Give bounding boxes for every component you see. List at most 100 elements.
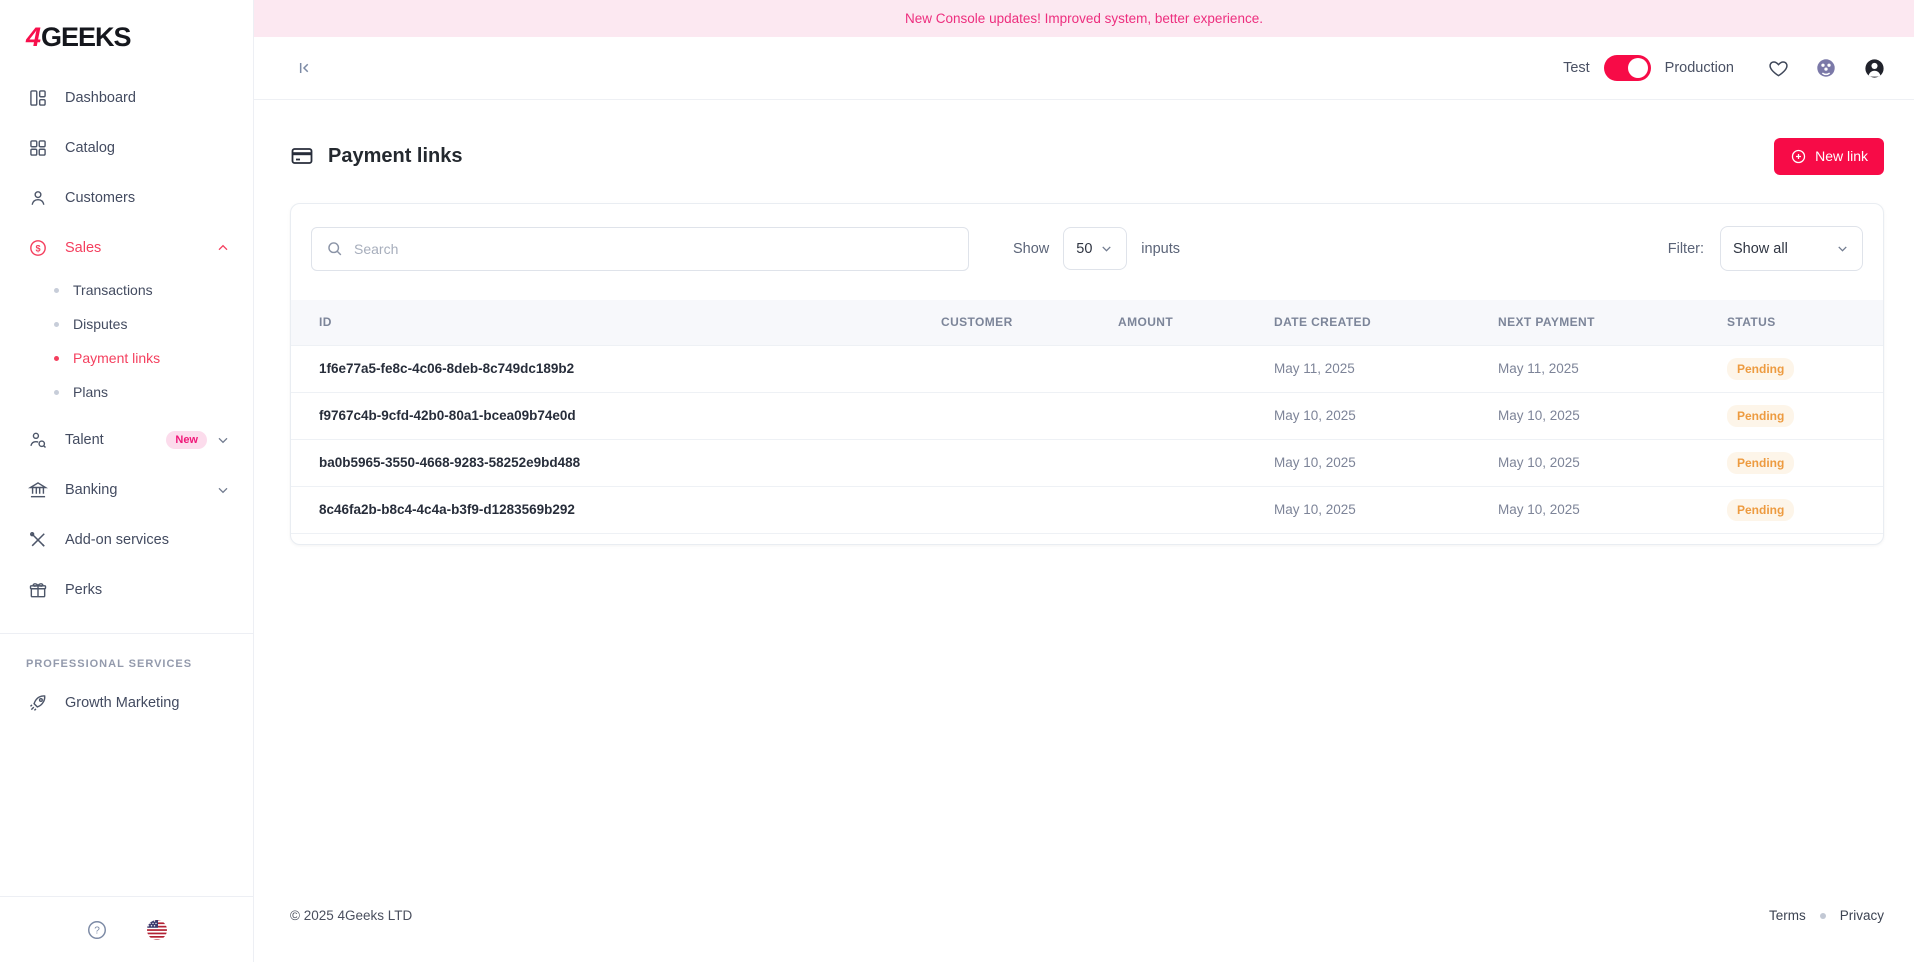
sidebar-item-label: Growth Marketing — [65, 695, 179, 711]
column-header: CUSTOMER — [941, 300, 1118, 345]
column-header: DATE CREATED — [1274, 300, 1498, 345]
search-icon — [325, 239, 344, 263]
sidebar-item-label: Sales — [65, 240, 101, 256]
sidebar-subitem-disputes[interactable]: Disputes — [0, 307, 253, 341]
sidebar-subitem-payment-links[interactable]: Payment links — [0, 341, 253, 375]
sidebar-item-label: Perks — [65, 582, 102, 598]
table-cell — [941, 392, 1118, 439]
logo-accent: 4 — [26, 22, 40, 52]
new-badge: New — [166, 431, 207, 449]
main-content: Payment links New link Show 50 inp — [254, 100, 1914, 962]
payment-links-card: Show 50 inputs Filter: Show all ID — [290, 203, 1884, 545]
credit-card-icon — [290, 144, 314, 168]
table-cell: Pending — [1727, 439, 1884, 486]
dashboard-icon — [28, 88, 48, 108]
table-cell — [1118, 439, 1274, 486]
sidebar-item-talent[interactable]: Talent New — [0, 415, 253, 465]
favorites-heart-icon[interactable] — [1768, 58, 1789, 79]
page-size-value: 50 — [1076, 241, 1092, 257]
new-link-label: New link — [1815, 148, 1868, 164]
logo[interactable]: 4GEEKS — [0, 0, 253, 53]
table-row[interactable]: 1f6e77a5-fe8c-4c06-8deb-8c749dc189b2May … — [291, 345, 1884, 392]
column-header: STATUS — [1727, 300, 1884, 345]
sidebar-subitem-transactions[interactable]: Transactions — [0, 273, 253, 307]
filter-value: Show all — [1733, 241, 1788, 257]
table-cell: May 10, 2025 — [1498, 439, 1727, 486]
sidebar-item-perks[interactable]: Perks — [0, 565, 253, 615]
sidebar-item-addon-services[interactable]: Add-on services — [0, 515, 253, 565]
page-header: Payment links New link — [290, 136, 1884, 176]
sidebar-item-label: Customers — [65, 190, 135, 206]
table-cell: 8c46fa2b-b8c4-4c4a-b3f9-d1283569b292 — [291, 486, 941, 533]
status-badge: Pending — [1727, 499, 1794, 521]
table-cell — [941, 486, 1118, 533]
environment-toggle[interactable] — [1604, 55, 1651, 81]
table-cell: May 10, 2025 — [1498, 392, 1727, 439]
table-cell: f9767c4b-9cfd-42b0-80a1-bcea09b74e0d — [291, 392, 941, 439]
sidebar-subitem-label: Plans — [73, 384, 108, 400]
table-cell: May 10, 2025 — [1274, 486, 1498, 533]
page-size-select[interactable]: 50 — [1063, 227, 1127, 270]
svg-text:?: ? — [94, 925, 100, 936]
table-row[interactable]: f9767c4b-9cfd-42b0-80a1-bcea09b74e0d May … — [291, 392, 1884, 439]
talent-icon — [28, 430, 48, 450]
sidebar-item-customers[interactable]: Customers — [0, 173, 253, 223]
chevron-up-icon[interactable] — [215, 240, 231, 256]
table-cell: May 10, 2025 — [1274, 439, 1498, 486]
table-body: 1f6e77a5-fe8c-4c06-8deb-8c749dc189b2May … — [291, 345, 1884, 533]
sidebar-bottom-bar: ? — [0, 896, 253, 962]
table-cell: May 11, 2025 — [1274, 345, 1498, 392]
show-label: Show — [1013, 241, 1049, 257]
search-wrap — [311, 227, 969, 271]
production-label: Production — [1665, 60, 1734, 76]
table-cell — [1118, 486, 1274, 533]
sidebar-item-growth-marketing[interactable]: Growth Marketing — [0, 678, 253, 728]
announcement-banner: New Console updates! Improved system, be… — [254, 0, 1914, 37]
banking-icon — [28, 480, 48, 500]
rocket-icon — [28, 693, 48, 713]
column-header: ID — [291, 300, 941, 345]
account-icon[interactable] — [1863, 57, 1886, 80]
chevron-down-icon[interactable] — [215, 432, 231, 448]
search-input[interactable] — [311, 227, 969, 271]
sidebar-subitem-label: Transactions — [73, 282, 153, 298]
table-row[interactable]: ba0b5965-3550-4668-9283-58252e9bd488May … — [291, 439, 1884, 486]
privacy-link[interactable]: Privacy — [1840, 908, 1884, 923]
filter-select[interactable]: Show all — [1720, 226, 1863, 271]
chevron-down-icon[interactable] — [215, 482, 231, 498]
sidebar-subitem-plans[interactable]: Plans — [0, 375, 253, 409]
table-header-row: IDCUSTOMERAMOUNTDATE CREATEDNEXT PAYMENT… — [291, 300, 1884, 345]
column-header: NEXT PAYMENT — [1498, 300, 1727, 345]
status-badge: Pending — [1727, 358, 1794, 380]
sidebar-item-sales[interactable]: $ Sales — [0, 223, 253, 273]
terms-link[interactable]: Terms — [1769, 908, 1806, 923]
sidebar-item-banking[interactable]: Banking — [0, 465, 253, 515]
theme-palette-icon[interactable] — [1815, 57, 1837, 79]
us-flag-icon[interactable] — [146, 919, 168, 941]
inputs-label: inputs — [1141, 241, 1180, 257]
table-cell — [1118, 345, 1274, 392]
new-link-button[interactable]: New link — [1774, 138, 1884, 175]
section-label: PROFESSIONAL SERVICES — [0, 634, 253, 670]
filter-label: Filter: — [1668, 241, 1704, 257]
sidebar-item-label: Add-on services — [65, 532, 169, 548]
footer-links: Terms Privacy — [1769, 908, 1884, 923]
sidebar-item-label: Banking — [65, 482, 117, 498]
banner-text: New Console updates! Improved system, be… — [905, 11, 1263, 26]
sidebar-item-catalog[interactable]: Catalog — [0, 123, 253, 173]
separator-dot — [1820, 913, 1826, 919]
collapse-sidebar-icon[interactable] — [294, 58, 314, 78]
help-icon[interactable]: ? — [86, 919, 108, 941]
table-cell — [1118, 392, 1274, 439]
gift-icon — [28, 580, 48, 600]
sidebar: 4GEEKS Dashboard Catalog Customers $ Sal… — [0, 0, 254, 962]
payment-links-table: IDCUSTOMERAMOUNTDATE CREATEDNEXT PAYMENT… — [291, 300, 1884, 534]
catalog-icon — [28, 138, 48, 158]
sidebar-item-dashboard[interactable]: Dashboard — [0, 73, 253, 123]
status-badge: Pending — [1727, 452, 1794, 474]
toggle-knob — [1628, 58, 1648, 78]
test-label: Test — [1563, 60, 1590, 76]
table-row[interactable]: 8c46fa2b-b8c4-4c4a-b3f9-d1283569b292 May … — [291, 486, 1884, 533]
table-cell: Pending — [1727, 345, 1884, 392]
table-cell — [941, 439, 1118, 486]
